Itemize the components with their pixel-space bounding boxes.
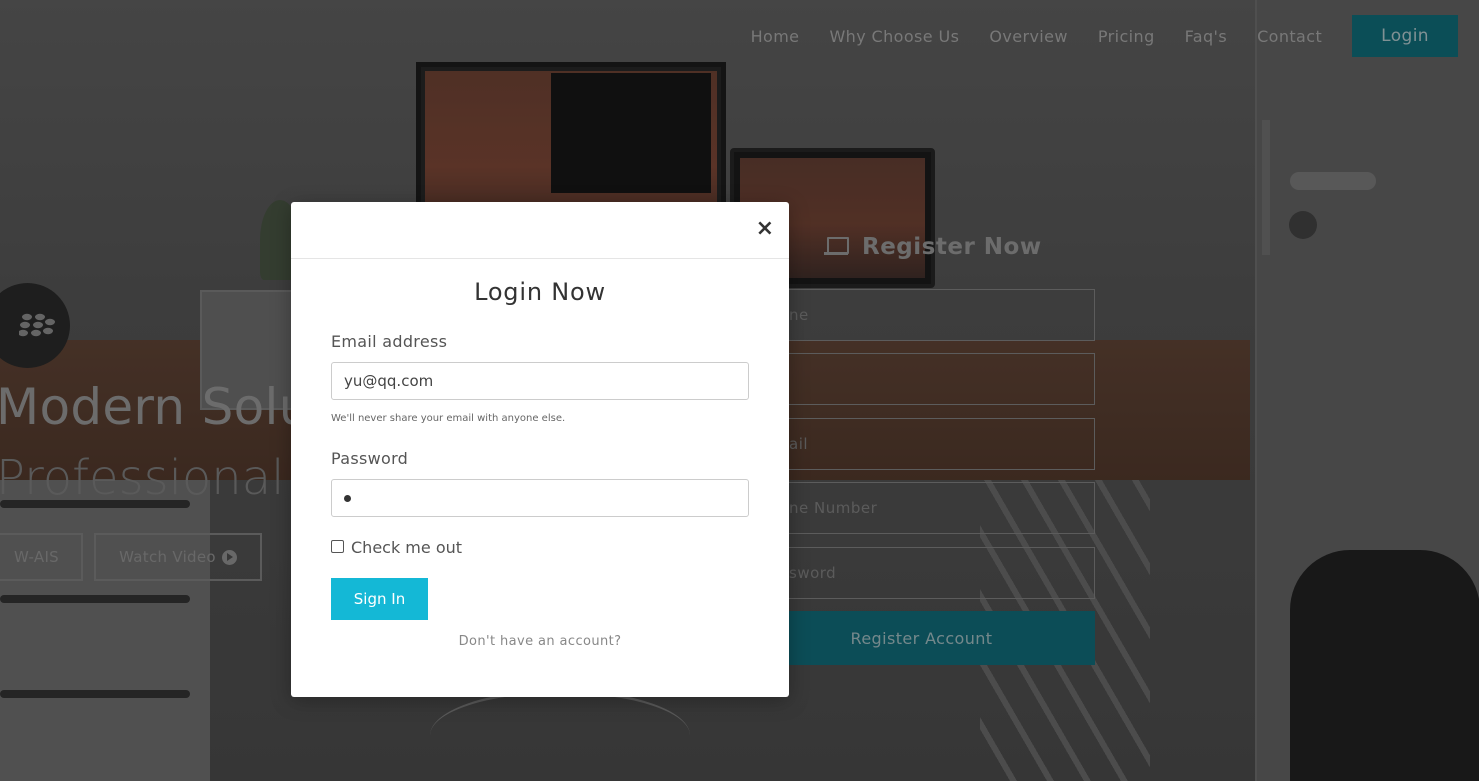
check-me-out-label[interactable]: Check me out [351,538,462,557]
remember-row: Check me out [331,538,749,557]
no-account-link[interactable]: Don't have an account? [331,634,749,649]
email-help-text: We'll never share your email with anyone… [331,413,566,424]
email-value: yu@qq.com [344,372,434,390]
login-form: Email address yu@qq.com We'll never shar… [291,332,789,649]
close-icon[interactable]: × [756,218,774,240]
modal-header: × [291,202,789,259]
email-input[interactable]: yu@qq.com [331,362,749,400]
password-mask-dot [344,494,351,502]
sign-in-button[interactable]: Sign In [331,578,428,620]
login-modal: × Login Now Email address yu@qq.com We'l… [291,202,789,697]
password-label: Password [331,449,409,468]
modal-title: Login Now [474,278,606,306]
email-label: Email address [331,332,448,351]
password-input[interactable] [331,479,749,517]
check-me-out-checkbox[interactable] [331,539,344,553]
